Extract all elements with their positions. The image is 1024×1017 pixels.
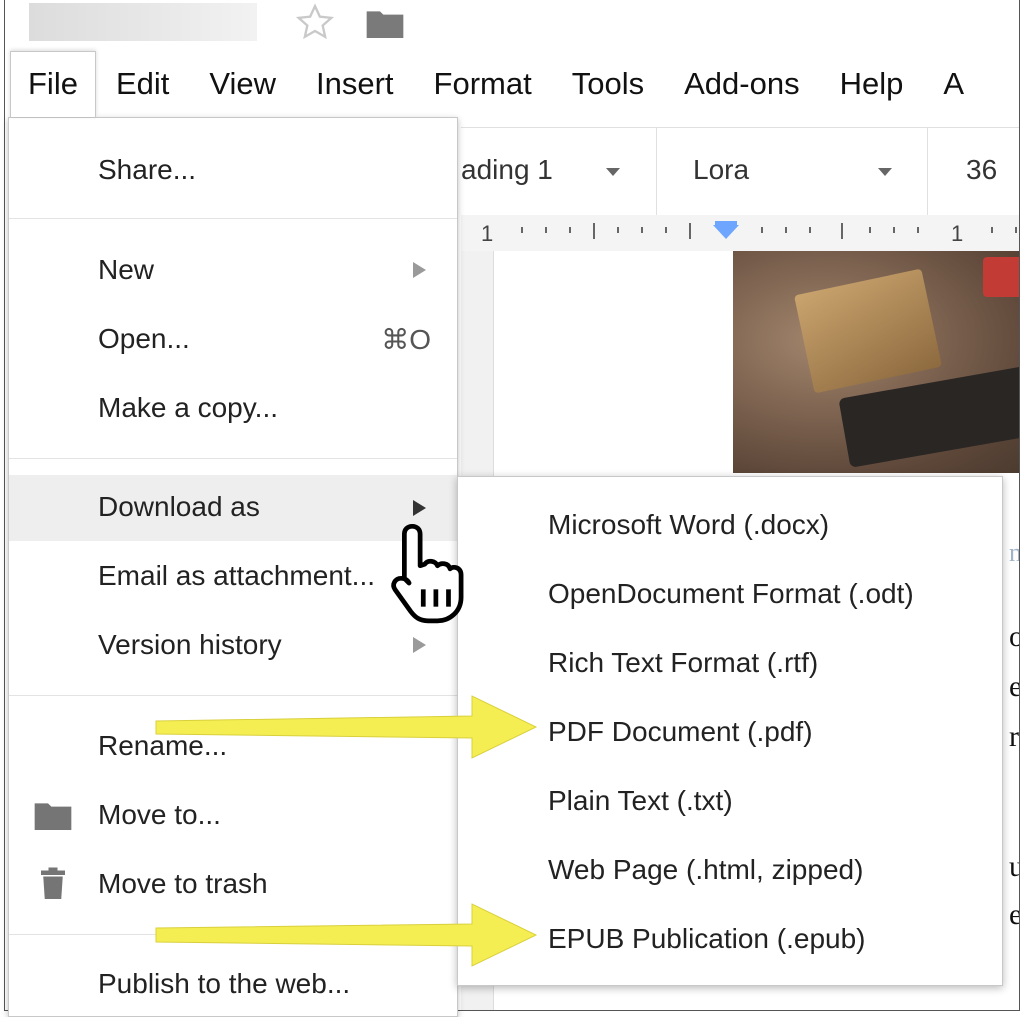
- font-select[interactable]: Lora: [693, 154, 749, 186]
- doc-text-fragment: e: [1009, 670, 1019, 704]
- menu-item-label: Email as attachment...: [98, 560, 376, 591]
- doc-text-fragment: o: [1009, 620, 1019, 654]
- paragraph-style-select[interactable]: ading 1: [461, 154, 553, 186]
- menu-edit[interactable]: Edit: [96, 52, 189, 116]
- trash-icon: [41, 867, 65, 899]
- menu-item-label: Rich Text Format (.rtf): [548, 647, 819, 678]
- doc-text-fragment: r: [1009, 720, 1019, 753]
- submenu-arrow-icon: [413, 262, 426, 278]
- menu-item-label: Plain Text (.txt): [548, 785, 733, 816]
- folder-icon: [34, 803, 72, 830]
- menu-item-label: Web Page (.html, zipped): [548, 854, 864, 885]
- menu-tools[interactable]: Tools: [552, 52, 664, 116]
- menu-item-label: PDF Document (.pdf): [548, 716, 813, 747]
- ruler-number: 1: [481, 221, 494, 246]
- menu-item-label: Move to...: [98, 799, 221, 830]
- toolbar-divider: [656, 128, 657, 216]
- menu-item-label: Microsoft Word (.docx): [548, 509, 830, 540]
- annotation-arrow-epub: [155, 903, 538, 967]
- menu-item-label: Version history: [98, 629, 282, 660]
- ruler[interactable]: 1 1: [461, 215, 1019, 252]
- menu-item-open[interactable]: Open... ⌘O: [9, 309, 457, 369]
- menu-item-move-to[interactable]: Move to...: [9, 785, 457, 845]
- folder-icon[interactable]: [365, 6, 405, 40]
- hand-pointer-cursor-icon: [391, 523, 464, 624]
- menu-item-new[interactable]: New: [9, 240, 457, 300]
- formatting-toolbar: ading 1 Lora 36: [461, 127, 1019, 217]
- document-image[interactable]: [733, 251, 1019, 473]
- download-html-zipped[interactable]: Web Page (.html, zipped): [458, 838, 1002, 902]
- submenu-arrow-icon: [413, 500, 426, 516]
- menu-item-label: Open...: [98, 323, 190, 354]
- menu-divider: [9, 458, 457, 459]
- menu-item-label: EPUB Publication (.epub): [548, 923, 866, 954]
- menubar: File Edit View Insert Format Tools Add-o…: [0, 51, 1024, 117]
- menu-view[interactable]: View: [189, 52, 296, 116]
- menu-item-label: OpenDocument Format (.odt): [548, 578, 914, 609]
- menu-item-label: Move to trash: [98, 868, 268, 899]
- menu-divider: [9, 218, 457, 219]
- download-txt[interactable]: Plain Text (.txt): [458, 769, 1002, 833]
- menu-item-version-history[interactable]: Version history: [9, 615, 457, 675]
- chevron-down-icon[interactable]: [878, 168, 892, 176]
- menu-format[interactable]: Format: [414, 52, 552, 116]
- download-docx[interactable]: Microsoft Word (.docx): [458, 493, 1002, 557]
- menu-item-label: Share...: [98, 154, 197, 185]
- font-size-input[interactable]: 36: [966, 154, 997, 186]
- menu-item-label: Download as: [98, 491, 260, 522]
- ruler-number: 1: [951, 221, 964, 246]
- keyboard-shortcut: ⌘O: [381, 324, 431, 355]
- annotation-arrow-pdf: [155, 695, 538, 759]
- chevron-down-icon[interactable]: [606, 168, 620, 176]
- indent-marker-arrow[interactable]: [713, 225, 739, 239]
- doc-text-fragment: n: [1009, 538, 1019, 568]
- menu-accessibility[interactable]: A: [923, 52, 984, 116]
- download-odt[interactable]: OpenDocument Format (.odt): [458, 562, 1002, 626]
- menu-item-label: New: [98, 254, 155, 285]
- download-rtf[interactable]: Rich Text Format (.rtf): [458, 631, 1002, 695]
- toolbar-divider: [927, 128, 928, 216]
- star-outline-icon[interactable]: [295, 2, 335, 42]
- doc-text-fragment: u: [1009, 850, 1019, 884]
- submenu-arrow-icon: [413, 637, 426, 653]
- menu-addons[interactable]: Add-ons: [664, 52, 819, 116]
- menu-file[interactable]: File: [10, 51, 96, 117]
- menu-help[interactable]: Help: [820, 52, 924, 116]
- menu-item-label: Publish to the web...: [98, 968, 351, 999]
- menu-item-make-copy[interactable]: Make a copy...: [9, 378, 457, 438]
- menu-insert[interactable]: Insert: [296, 52, 414, 116]
- menu-item-label: Make a copy...: [98, 392, 279, 423]
- menu-item-share[interactable]: Share...: [9, 140, 457, 200]
- document-title-blurred[interactable]: [29, 3, 257, 41]
- doc-text-fragment: e: [1009, 898, 1019, 932]
